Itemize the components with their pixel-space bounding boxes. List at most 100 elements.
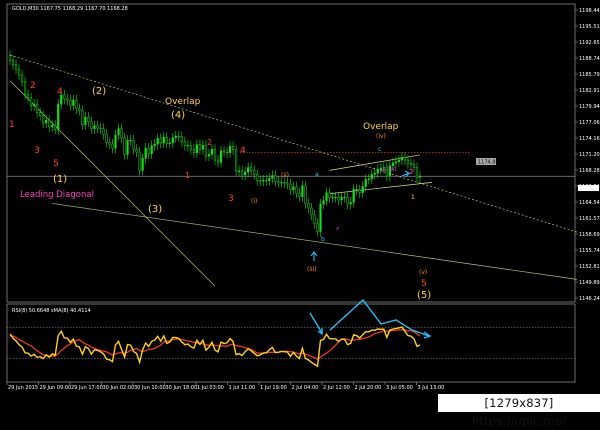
candle: [30, 97, 33, 107]
x-tick-label: 3 Jul 13:00: [418, 385, 445, 391]
rsi-panel-frame: [6, 303, 576, 383]
candle: [262, 179, 265, 182]
candle: [340, 196, 343, 201]
candle: [8, 55, 12, 61]
y-tick-label: 1146.24: [579, 296, 600, 302]
y-tick-label: 1185.79: [579, 72, 600, 78]
candle: [400, 156, 403, 161]
candle: [20, 74, 24, 83]
candle: [367, 178, 370, 180]
candle: [418, 175, 422, 178]
candle: [11, 59, 15, 65]
x-tick-label: 29 Jun 2015: [8, 385, 38, 391]
wave-iii: (iii): [307, 266, 317, 273]
price-label: 1174.81: [478, 160, 499, 166]
candle: [99, 127, 102, 130]
candle: [174, 135, 177, 139]
rsi-header: RSI(8) 50.6648 sMA(8) 40.4114: [12, 308, 91, 314]
candle: [33, 103, 36, 107]
wave-y3: (3): [148, 204, 162, 215]
x-tick-label: 2 Jul 12:00: [323, 385, 350, 391]
candle: [81, 110, 84, 125]
candle: [201, 144, 205, 150]
wave-5b: 5: [421, 279, 427, 289]
candle: [322, 200, 325, 205]
candle: [361, 186, 364, 193]
wave-i: (i): [251, 198, 257, 205]
y-tick-label: 1149.89: [579, 280, 600, 286]
candle: [93, 125, 96, 129]
candle: [310, 207, 313, 216]
candle: [265, 179, 268, 182]
x-tick-label: 29 Jun 09:00: [40, 385, 72, 391]
candle: [96, 125, 99, 129]
wave-small-1: 1: [411, 194, 415, 201]
candle: [235, 149, 238, 172]
wave-y2: (2): [92, 86, 106, 97]
candle: [129, 139, 132, 142]
candle: [147, 147, 150, 155]
candle: [135, 148, 138, 153]
y-tick-label: 1198.44: [579, 8, 600, 14]
candle: [177, 135, 180, 138]
price-panel-frame: [6, 3, 576, 303]
y-tick-label: 1158.69: [579, 232, 600, 238]
candle: [295, 186, 298, 194]
x-tick-label: 30 Jun 10:00: [134, 385, 166, 391]
candle: [120, 128, 123, 139]
candle: [102, 128, 105, 135]
candle: [328, 192, 331, 199]
y-tick-label: 1174.16: [579, 136, 600, 142]
candle: [51, 125, 54, 128]
fin-label: Fin: [388, 166, 397, 173]
y-tick-label: 1182.91: [579, 88, 600, 94]
candle: [153, 143, 156, 147]
x-tick-label: 2 Jul 20:00: [355, 385, 382, 391]
rsi-arrow-down-1: [309, 312, 323, 334]
candle: [105, 134, 108, 143]
wedge-upper-line: [329, 154, 421, 171]
candle: [409, 163, 413, 165]
x-tick-label: 1 Jul 19:00: [260, 385, 287, 391]
candle: [247, 167, 250, 173]
leading-diagonal-label: Leading Diagonal: [20, 190, 94, 200]
candle: [225, 151, 229, 154]
candle: [289, 183, 292, 191]
candle: [256, 174, 259, 181]
y-tick-label: 1152.81: [579, 264, 600, 270]
wedge-lower-line: [329, 181, 433, 195]
candle: [213, 148, 217, 161]
candle: [180, 136, 183, 143]
x-tick-label: 3 Jul 05:00: [386, 385, 413, 391]
wave-small-2: 2: [409, 168, 413, 176]
y-tick-label: 1155.74: [579, 248, 600, 254]
candle: [352, 188, 355, 203]
candle: [195, 144, 198, 153]
candle: [382, 167, 385, 169]
candle: [87, 117, 90, 123]
chart: GOLD,M30 1167.75 1168.29 1167.70 1168.28…: [6, 3, 600, 391]
y-tick-label: 1161.57: [579, 216, 600, 222]
candle: [75, 99, 78, 109]
candle: [219, 150, 223, 163]
candle: [271, 175, 274, 179]
candle: [415, 167, 419, 178]
candle: [331, 196, 334, 199]
candle: [274, 175, 277, 182]
candle: [298, 192, 301, 197]
wave-b: b: [321, 236, 325, 243]
candle: [370, 174, 373, 180]
chart-header: GOLD,M30 1167.75 1168.29 1167.70 1168.28: [12, 6, 128, 12]
y-tick-label: 1164.54: [579, 200, 600, 206]
candle: [162, 136, 165, 144]
candle: [198, 144, 202, 150]
y-tick-label: 1192.65: [579, 40, 600, 46]
candle: [394, 161, 397, 164]
x-tick-label: 1 Jul 11:00: [229, 385, 256, 391]
candle: [286, 182, 289, 185]
overlap-label-1: Overlap: [165, 97, 201, 107]
wave-a: a: [315, 171, 319, 178]
y-tick-label: 1177.06: [579, 120, 600, 126]
candle: [141, 158, 144, 171]
y-tick-label: 1195.51: [579, 24, 600, 30]
